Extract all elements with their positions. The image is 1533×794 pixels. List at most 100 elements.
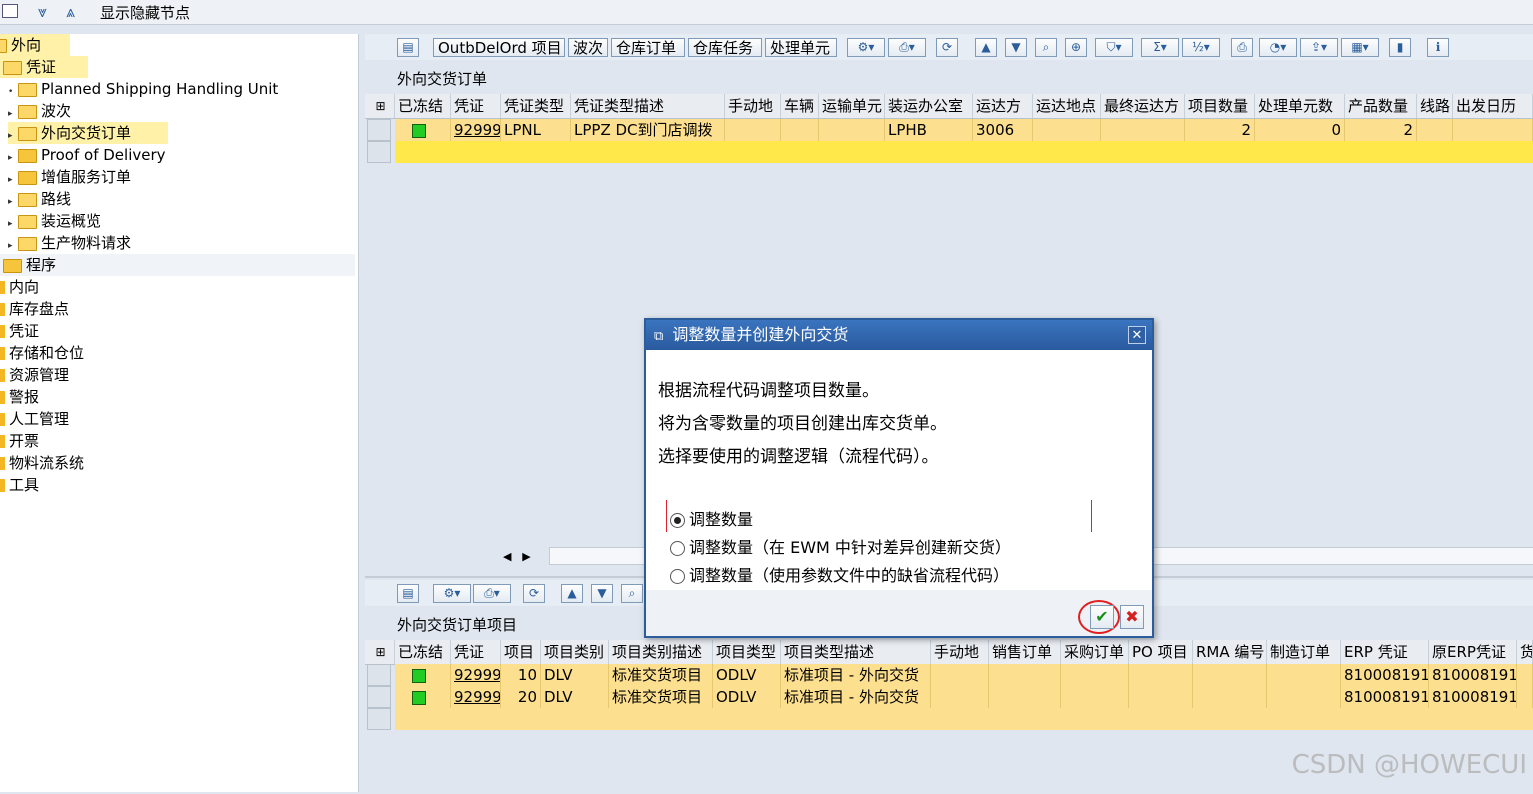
find-icon[interactable]: ⌕ xyxy=(621,584,643,603)
layout-menu-icon[interactable]: ▦▾ xyxy=(1341,38,1379,57)
column-header[interactable]: 采购订单 xyxy=(1061,640,1129,664)
radio-adjust-quantity-new-delivery[interactable]: 调整数量（在 EWM 中针对差异创建新交货） xyxy=(670,534,1011,558)
column-header[interactable]: 最终运达方 xyxy=(1101,94,1185,118)
tree-node-production-material-request[interactable]: ▸ 生产物料请求 xyxy=(8,232,131,254)
warehouse-task-button[interactable]: 仓库任务 xyxy=(688,38,762,57)
expand-icon[interactable]: ⩓ xyxy=(66,2,75,22)
column-header[interactable]: 出发日历 xyxy=(1453,94,1533,118)
column-header[interactable]: 凭证 xyxy=(451,640,501,664)
tree-node-storage-bins[interactable]: 存储和仓位 xyxy=(0,342,84,364)
settings-menu-icon[interactable]: ⚙▾ xyxy=(433,584,471,603)
column-header[interactable]: 已冻结 xyxy=(395,94,451,118)
tree-node-shipping-overview[interactable]: ▸ 装运概览 xyxy=(8,210,101,232)
export-menu-icon[interactable]: ⇪▾ xyxy=(1300,38,1338,57)
tree-node-proof-of-delivery[interactable]: ▸ Proof of Delivery xyxy=(8,144,166,166)
column-header[interactable]: 销售订单 xyxy=(989,640,1061,664)
column-header[interactable]: 产品数量 xyxy=(1345,94,1417,118)
ok-check-icon[interactable]: ✔ xyxy=(1090,605,1114,629)
close-icon[interactable]: ✕ xyxy=(1128,326,1146,344)
column-header[interactable]: 制造订单 xyxy=(1267,640,1341,664)
dialog-title-bar[interactable]: ⧉ 调整数量并创建外向交货 ✕ xyxy=(646,320,1152,350)
find-icon[interactable]: ⌕ xyxy=(1035,38,1057,57)
column-header[interactable]: 项目数量 xyxy=(1185,94,1255,118)
column-header[interactable]: 手动地 xyxy=(725,94,781,118)
radio-icon[interactable] xyxy=(670,541,685,556)
scroll-right-icon[interactable]: ▶ xyxy=(522,550,530,563)
tree-node-vas-order[interactable]: ▸ 增值服务订单 xyxy=(8,166,131,188)
column-header[interactable]: 已冻结 xyxy=(395,640,451,664)
column-header[interactable]: 手动地 xyxy=(931,640,989,664)
tree-node-route[interactable]: ▸ 路线 xyxy=(8,188,71,210)
settings-menu-icon[interactable]: ⚙▾ xyxy=(847,38,885,57)
radio-selected-icon[interactable] xyxy=(670,513,685,528)
chart-icon[interactable]: ▮ xyxy=(1389,38,1411,57)
tree-node-outbound[interactable]: 外向 xyxy=(0,34,70,56)
row-selector[interactable] xyxy=(367,141,391,163)
column-header[interactable]: 车辆 xyxy=(781,94,819,118)
column-header[interactable]: 运达地点 xyxy=(1033,94,1101,118)
details-icon[interactable]: ▤ xyxy=(397,584,419,603)
print-menu-icon[interactable]: ⎙▾ xyxy=(473,584,511,603)
column-header[interactable]: 凭证 xyxy=(451,94,501,118)
collapse-icon[interactable]: ⩔ xyxy=(38,2,47,22)
wave-button[interactable]: 波次 xyxy=(568,38,608,57)
refresh-icon[interactable]: ⟳ xyxy=(523,584,545,603)
table-row[interactable]: 92999 10 DLV 标准交货项目 ODLV 标准项目 - 外向交货 810… xyxy=(395,664,1533,687)
tree-node-alerts[interactable]: 警报 xyxy=(0,386,39,408)
column-settings-icon[interactable]: ⊞ xyxy=(367,640,395,664)
column-header[interactable]: 运输单元 xyxy=(819,94,885,118)
print-icon[interactable]: ⎙ xyxy=(1231,38,1253,57)
outbdelord-items-button[interactable]: OutbDelOrd 项目 xyxy=(433,38,565,57)
view-menu-icon[interactable]: ◔▾ xyxy=(1259,38,1297,57)
tree-node-tools[interactable]: 工具 xyxy=(0,474,39,496)
tree-node-wave[interactable]: ▸ 波次 xyxy=(8,100,71,122)
radio-adjust-quantity[interactable]: 调整数量 xyxy=(670,506,753,530)
warehouse-order-button[interactable]: 仓库订单 xyxy=(611,38,685,57)
horizontal-scroll-arrows[interactable]: ◀ ▶ xyxy=(503,546,543,564)
tree-node-documents[interactable]: 凭证 xyxy=(0,56,88,78)
tree-node-planned-shipping-hu[interactable]: • Planned Shipping Handling Unit xyxy=(8,78,278,100)
column-header[interactable]: 项目类别 xyxy=(541,640,609,664)
document-link[interactable]: 92999 xyxy=(451,686,501,708)
column-header[interactable]: RMA 编号 xyxy=(1193,640,1267,664)
details-icon[interactable]: ▤ xyxy=(397,38,419,57)
radio-icon[interactable] xyxy=(670,569,685,584)
row-selector[interactable] xyxy=(367,119,391,141)
sort-ascending-icon[interactable]: ▲ xyxy=(975,38,997,57)
tree-node-inventory[interactable]: 库存盘点 xyxy=(0,298,69,320)
list-icon[interactable] xyxy=(2,4,18,18)
tree-node-outbound-delivery-order[interactable]: ▸ 外向交货订单 xyxy=(8,122,168,144)
row-selector[interactable] xyxy=(367,686,391,708)
column-header[interactable]: 项目类型描述 xyxy=(781,640,931,664)
column-header[interactable]: 项目类别描述 xyxy=(609,640,713,664)
column-header[interactable]: 运达方 xyxy=(973,94,1033,118)
column-header[interactable]: 项目类型 xyxy=(713,640,781,664)
tree-node-resource-management[interactable]: 资源管理 xyxy=(0,364,69,386)
filter-menu-icon[interactable]: ⛉▾ xyxy=(1095,38,1133,57)
table-row[interactable]: 92999 20 DLV 标准交货项目 ODLV 标准项目 - 外向交货 810… xyxy=(395,686,1533,709)
print-menu-icon[interactable]: ⎙▾ xyxy=(888,38,926,57)
column-header[interactable]: 装运办公室 xyxy=(885,94,973,118)
refresh-icon[interactable]: ⟳ xyxy=(936,38,958,57)
cancel-x-icon[interactable]: ✖ xyxy=(1120,605,1144,629)
tree-node-labor-management[interactable]: 人工管理 xyxy=(0,408,69,430)
tree-node-material-flow[interactable]: 物料流系统 xyxy=(0,452,84,474)
tree-node-inbound[interactable]: 内向 xyxy=(0,276,39,298)
pane-splitter[interactable] xyxy=(358,34,365,792)
tree-node-program[interactable]: 程序 xyxy=(0,254,355,276)
column-header[interactable]: 货 xyxy=(1517,640,1533,664)
column-header[interactable]: 项目 xyxy=(501,640,541,664)
tree-node-vouchers[interactable]: 凭证 xyxy=(0,320,39,342)
find-next-icon[interactable]: ⊕ xyxy=(1065,38,1087,57)
table-row[interactable]: 92999 LPNL LPPZ DC到门店调拨 LPHB 3006 2 0 2 xyxy=(395,119,1533,142)
sum-menu-icon[interactable]: Σ▾ xyxy=(1141,38,1179,57)
column-header[interactable]: 原ERP凭证 xyxy=(1429,640,1517,664)
column-header[interactable]: PO 项目 xyxy=(1129,640,1193,664)
row-selector[interactable] xyxy=(367,664,391,686)
column-header[interactable]: ERP 凭证 xyxy=(1341,640,1429,664)
tree-node-billing[interactable]: 开票 xyxy=(0,430,39,452)
show-hidden-nodes-button[interactable]: 显示隐藏节点 xyxy=(100,2,190,23)
info-icon[interactable]: ℹ xyxy=(1427,38,1449,57)
column-header[interactable]: 凭证类型描述 xyxy=(571,94,725,118)
sort-descending-icon[interactable]: ▼ xyxy=(1005,38,1027,57)
